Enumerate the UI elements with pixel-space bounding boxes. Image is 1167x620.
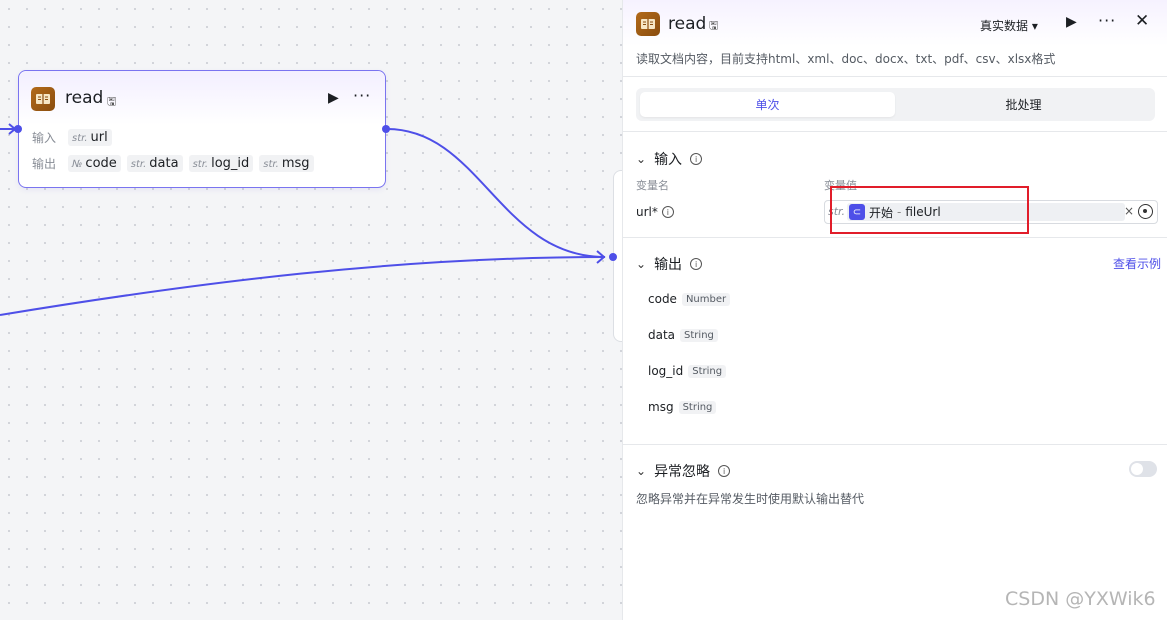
output-field-row: code Number xyxy=(648,292,731,306)
plugin-badge-icon: 🖫 xyxy=(709,19,719,32)
type-tag: Number xyxy=(681,292,731,306)
output-field-row: log_id String xyxy=(648,364,727,378)
url-param-label: url* i xyxy=(636,205,674,219)
divider xyxy=(623,444,1167,445)
error-section-header[interactable]: ⌄ 异常忽略 i xyxy=(636,461,731,481)
node-more-button[interactable]: ··· xyxy=(353,86,371,105)
target-icon[interactable] xyxy=(1138,204,1153,219)
divider xyxy=(623,237,1167,238)
plugin-badge-icon: 🖫 xyxy=(107,95,117,108)
info-icon[interactable]: i xyxy=(718,465,731,477)
chevron-down-icon[interactable]: ⌄ xyxy=(636,257,646,271)
output-section-title: 输出 xyxy=(654,257,683,273)
more-button[interactable]: ··· xyxy=(1098,11,1116,30)
edge-start-to-next[interactable] xyxy=(0,256,606,316)
panel-title: read xyxy=(668,14,707,34)
type-tag: String xyxy=(680,328,718,342)
type-tag: String xyxy=(688,364,727,378)
output-chip: № code xyxy=(68,155,121,172)
run-button[interactable]: ▶ xyxy=(1066,14,1077,30)
error-section-description: 忽略异常并在异常发生时使用默认输出替代 xyxy=(636,492,865,506)
output-section-header[interactable]: ⌄ 输出 i xyxy=(636,254,703,274)
info-icon[interactable]: i xyxy=(690,258,703,270)
book-reader-icon xyxy=(31,87,55,111)
error-ignore-toggle[interactable] xyxy=(1129,461,1157,477)
node-output-row: 输出 № code str. data str. log_id str. msg xyxy=(32,155,314,172)
read-node-output-port[interactable] xyxy=(382,125,390,133)
tab-batch[interactable]: 批处理 xyxy=(896,92,1151,117)
output-field-row: msg String xyxy=(648,400,717,414)
run-node-button[interactable]: ▶ xyxy=(328,90,339,106)
view-example-link[interactable]: 查看示例 xyxy=(1113,255,1161,272)
output-label: 输出 xyxy=(32,157,57,171)
chevron-down-icon[interactable]: ⌄ xyxy=(636,464,646,478)
tab-single[interactable]: 单次 xyxy=(640,92,895,117)
divider xyxy=(623,76,1167,77)
input-section-title: 输入 xyxy=(654,152,683,168)
info-icon[interactable]: i xyxy=(661,206,674,218)
node-description: 读取文档内容，目前支持html、xml、doc、docx、txt、pdf、csv… xyxy=(636,52,1056,66)
input-section-header[interactable]: ⌄ 输入 i xyxy=(636,149,703,169)
edge-read-to-next[interactable] xyxy=(386,128,606,258)
read-node-input-port[interactable] xyxy=(14,125,22,133)
column-variable-name: 变量名 xyxy=(636,179,669,192)
read-node[interactable]: read 🖫 ▶ ··· 输入 str. url 输出 № code str. da… xyxy=(18,70,386,188)
node-input-row: 输入 str. url xyxy=(32,129,112,146)
watermark: CSDN @YXWik6 xyxy=(1005,588,1156,610)
output-field-row: data String xyxy=(648,328,718,342)
output-chip: str. log_id xyxy=(188,155,254,172)
next-node-input-port[interactable] xyxy=(609,253,617,261)
node-title: read xyxy=(65,88,104,108)
input-chip: str. url xyxy=(68,129,112,146)
data-mode-dropdown[interactable]: 真实数据 ▾ xyxy=(980,17,1038,34)
node-config-panel: read 🖫 真实数据 ▾ ▶ ··· ✕ 读取文档内容，目前支持html、xm… xyxy=(622,0,1167,620)
output-chip: str. data xyxy=(126,155,183,172)
error-section-title: 异常忽略 xyxy=(654,464,711,480)
info-icon[interactable]: i xyxy=(690,153,703,165)
close-icon[interactable]: ✕ xyxy=(1135,11,1149,31)
annotation-highlight-box xyxy=(830,186,1029,234)
workflow-canvas[interactable]: read 🖫 ▶ ··· 输入 str. url 输出 № code str. da… xyxy=(0,0,622,620)
run-mode-tabs: 单次 批处理 xyxy=(636,88,1155,121)
chevron-down-icon[interactable]: ⌄ xyxy=(636,152,646,166)
divider xyxy=(623,131,1167,132)
clear-icon[interactable]: × xyxy=(1124,204,1134,218)
book-reader-icon xyxy=(636,12,660,36)
type-tag: String xyxy=(678,400,717,414)
input-label: 输入 xyxy=(32,131,57,145)
output-chip: str. msg xyxy=(259,155,314,172)
